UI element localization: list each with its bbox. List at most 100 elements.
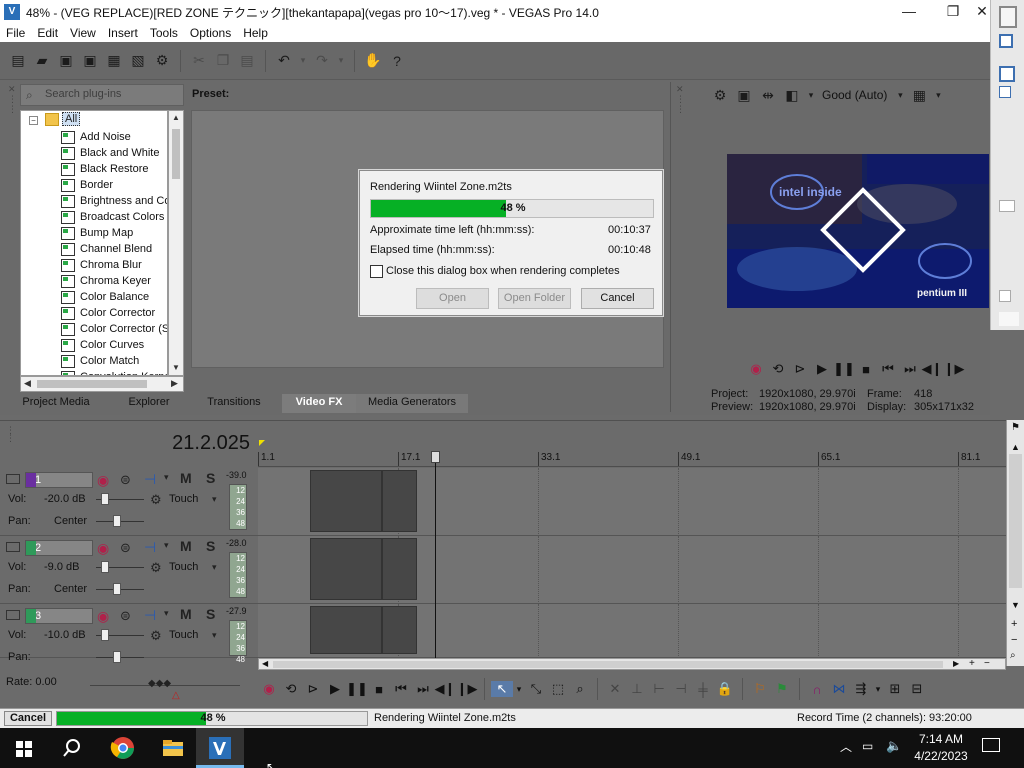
search-icon[interactable] — [58, 734, 86, 762]
plugin-list-item[interactable]: Chroma Keyer — [61, 273, 151, 289]
plugin-list-item[interactable]: Brightness and Co — [61, 193, 167, 209]
close-button[interactable]: ✕ — [974, 0, 990, 24]
play-icon[interactable]: ▶ — [324, 681, 346, 697]
solo-button[interactable]: S — [206, 606, 215, 622]
selection-tool-icon[interactable]: ⬚ — [547, 681, 569, 697]
scroll-left-icon[interactable]: ◀ — [24, 378, 31, 389]
delete-icon[interactable]: ✕ — [604, 681, 626, 697]
zoom-icon[interactable]: ⌕ — [1010, 650, 1016, 661]
automation-icon[interactable]: ⊣ — [144, 539, 156, 556]
record-icon[interactable]: ◉ — [258, 681, 280, 697]
track-lane[interactable] — [258, 604, 1006, 658]
device-icon[interactable]: ▣ — [734, 85, 754, 105]
region-icon[interactable]: ⚑ — [771, 681, 793, 697]
marker-icon[interactable]: ⚐ — [749, 681, 771, 697]
menu-options[interactable]: Options — [184, 26, 237, 40]
open-folder-icon[interactable]: ▰ — [32, 51, 52, 71]
scroll-up-icon[interactable]: ▲ — [172, 113, 180, 122]
pan-slider-handle[interactable] — [113, 583, 121, 595]
chevron-down-icon[interactable]: ▾ — [212, 494, 217, 505]
pause-icon[interactable]: ❚❚ — [346, 681, 368, 697]
preview-quality-select[interactable]: Good (Auto) — [822, 88, 887, 102]
stop-icon[interactable]: ■ — [855, 362, 877, 377]
plugin-list-item[interactable]: Add Noise — [61, 129, 131, 145]
plugin-list-item[interactable]: Bump Map — [61, 225, 133, 241]
track-fx-icon[interactable]: ⊜ — [120, 540, 131, 556]
plugin-list-item[interactable]: Channel Blend — [61, 241, 152, 257]
lock-icon[interactable]: 🔒 — [714, 681, 736, 697]
audio-track-header[interactable]: 2 ◉ ⊜ ⊣ ▾ M S -28.0 Vol: -9.0 dB ⚙ Touch ▾ Pan: Center… — [0, 536, 258, 604]
audio-clip[interactable] — [310, 538, 382, 600]
panel-grip[interactable]: ✕ ⋮ ⋮ — [8, 84, 17, 384]
plugin-list-item[interactable]: Color Balance — [61, 289, 149, 305]
automation-mode-icon[interactable]: ⚙ — [150, 628, 162, 644]
slider-handle[interactable] — [999, 290, 1011, 302]
snapping-magnet-icon[interactable]: ∩ — [806, 682, 828, 697]
chrome-icon[interactable] — [109, 734, 137, 762]
plugin-list-item[interactable]: Color Corrector — [61, 305, 155, 321]
audio-clip[interactable] — [382, 606, 417, 654]
timeline-hscrollbar[interactable]: ◀ ▶ + − — [258, 658, 1006, 670]
redo-icon[interactable]: ↷ — [312, 51, 332, 71]
menu-view[interactable]: View — [64, 26, 102, 40]
paste-icon[interactable]: ▤ — [237, 51, 257, 71]
next-frame-icon[interactable]: ❙▶ — [943, 361, 965, 377]
go-to-end-icon[interactable]: ⏭ — [412, 681, 434, 697]
chevron-down-icon[interactable]: ▾ — [806, 85, 816, 105]
loop-icon[interactable]: ⟲ — [280, 681, 302, 697]
split-screen-icon[interactable]: ⇹ — [758, 85, 778, 105]
settings-gear-icon[interactable]: ⚙ — [152, 51, 172, 71]
automation-mode[interactable]: Touch — [169, 561, 198, 573]
chevron-down-icon[interactable]: ▾ — [212, 630, 217, 641]
minimize-button[interactable]: — — [886, 0, 932, 24]
copy-icon[interactable]: ❐ — [213, 51, 233, 71]
menu-file[interactable]: File — [0, 26, 31, 40]
preview-mode-icon[interactable]: ◧ — [782, 85, 802, 105]
chevron-down-icon[interactable]: ▾ — [933, 85, 943, 105]
track-lane[interactable] — [258, 536, 1006, 604]
chevron-up-icon[interactable]: ︿ — [840, 738, 852, 755]
tab-explorer[interactable]: Explorer — [112, 394, 186, 413]
chevron-down-icon[interactable]: ▾ — [164, 608, 169, 619]
auto-crossfade-icon[interactable]: ⋈ — [828, 681, 850, 697]
track-fx-icon[interactable]: ⊜ — [120, 472, 131, 488]
timeline-ruler[interactable]: 1.1 17.1 33.1 49.1 65.1 81.1 — [258, 452, 1006, 467]
scroll-down-icon[interactable]: ▼ — [1011, 600, 1020, 610]
mute-button[interactable]: M — [180, 470, 192, 486]
solo-button[interactable]: S — [206, 470, 215, 486]
tab-media-generators[interactable]: Media Generators — [356, 394, 468, 413]
previous-frame-icon[interactable]: ◀❙ — [434, 681, 456, 697]
restore-icon[interactable] — [999, 6, 1017, 28]
audio-clip[interactable] — [382, 470, 417, 532]
chevron-down-icon[interactable]: ▾ — [164, 540, 169, 551]
audio-clip[interactable] — [382, 538, 417, 600]
automation-mode-icon[interactable]: ⚙ — [150, 560, 162, 576]
plugin-list-item[interactable]: Black Restore — [61, 161, 148, 177]
record-arm-icon[interactable]: ◉ — [97, 540, 109, 557]
timeline-vscrollbar[interactable]: ⚑ ▲ ▼ + − ⌕ — [1006, 420, 1024, 666]
undo-icon[interactable]: ↶ — [274, 51, 294, 71]
open-folder-button[interactable]: Open Folder — [498, 288, 571, 309]
chevron-down-icon[interactable]: ▾ — [513, 684, 525, 695]
status-cancel-button[interactable]: Cancel — [4, 711, 52, 726]
volume-slider-handle[interactable] — [101, 561, 109, 573]
zoom-out-icon[interactable]: − — [984, 658, 990, 669]
open-button[interactable]: Open — [416, 288, 489, 309]
volume-slider-handle[interactable] — [101, 629, 109, 641]
tab-video-fx[interactable]: Video FX — [282, 394, 356, 413]
split-icon[interactable]: ╪ — [692, 682, 714, 697]
plugin-list-item[interactable]: Color Match — [61, 353, 139, 369]
record-icon[interactable]: ◉ — [745, 361, 767, 377]
zoom-tool-icon[interactable]: ⌕ — [569, 681, 591, 697]
window-layout-icon[interactable] — [999, 86, 1011, 98]
track-minimize-icon[interactable] — [6, 474, 20, 484]
file-explorer-icon[interactable] — [159, 734, 187, 762]
record-arm-icon[interactable]: ◉ — [97, 472, 109, 489]
fx-hand-icon[interactable]: ✋ — [363, 51, 383, 71]
next-frame-icon[interactable]: ❙▶ — [456, 681, 478, 697]
scroll-up-icon[interactable]: ▲ — [1011, 442, 1020, 452]
chevron-down-icon[interactable]: ▾ — [164, 472, 169, 483]
play-icon[interactable]: ▶ — [811, 361, 833, 377]
save-as-icon[interactable]: ▣ — [80, 51, 100, 71]
notifications-icon[interactable] — [982, 738, 1000, 752]
